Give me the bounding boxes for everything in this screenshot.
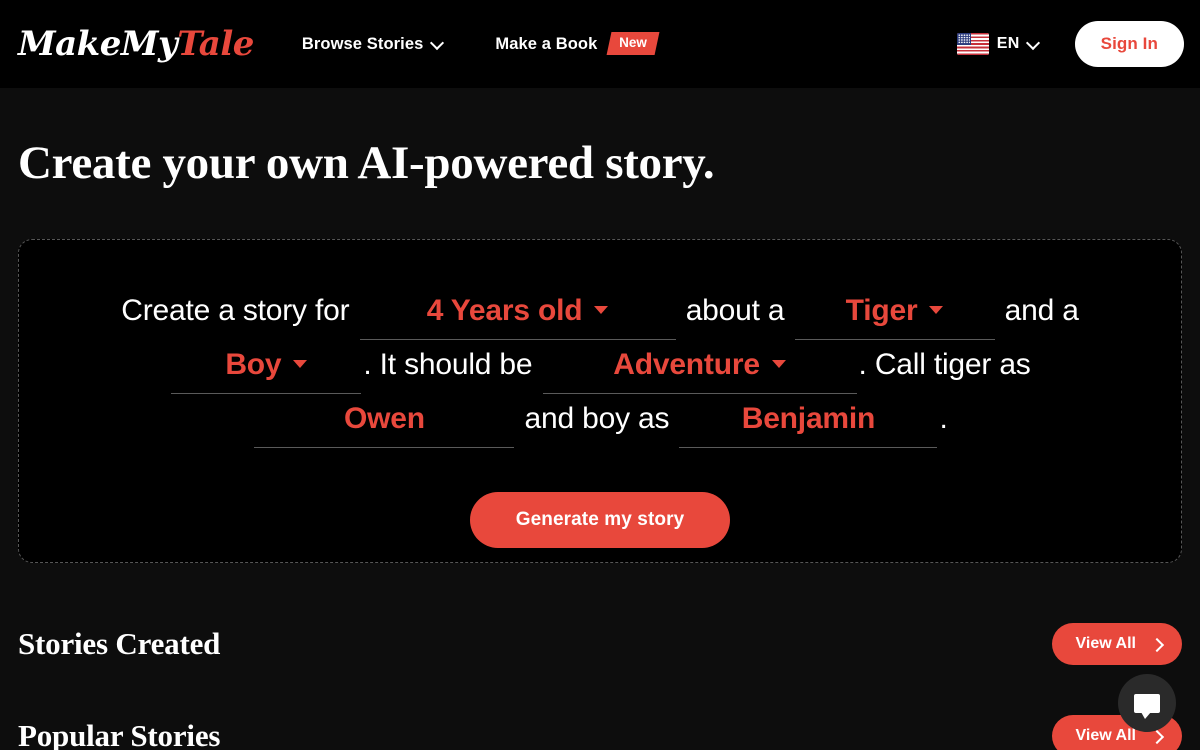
section-popular-stories: Popular Stories View All <box>18 715 1182 750</box>
prompt-text-6: and boy as <box>524 402 670 436</box>
new-badge: New <box>606 32 660 56</box>
boy-name-input[interactable]: Benjamin <box>679 394 938 449</box>
chevron-right-icon <box>1152 731 1162 741</box>
age-select-value: 4 Years old <box>426 294 583 328</box>
chevron-down-icon <box>1028 38 1039 49</box>
section-title: Stories Created <box>18 626 221 662</box>
chevron-down-icon <box>432 38 443 49</box>
animal-name-input[interactable]: Owen <box>254 394 515 449</box>
new-badge-label: New <box>619 35 648 51</box>
caret-down-icon <box>929 306 944 315</box>
sign-in-button[interactable]: Sign In <box>1074 21 1184 67</box>
caret-down-icon <box>293 360 308 369</box>
gender-select-value: Boy <box>225 348 282 382</box>
chat-widget-button[interactable] <box>1118 674 1176 732</box>
story-prompt-box: Create a story for 4 Years old about a T… <box>18 239 1182 564</box>
chevron-right-icon <box>1152 639 1162 649</box>
boy-name-value: Benjamin <box>741 402 876 436</box>
generate-story-button[interactable]: Generate my story <box>469 492 731 549</box>
genre-select-value: Adventure <box>613 348 760 382</box>
animal-select-value: Tiger <box>845 294 918 328</box>
prompt-text-2: about a <box>685 294 785 328</box>
animal-select[interactable]: Tiger <box>794 286 995 341</box>
prompt-text-3: and a <box>1004 294 1079 328</box>
nav-item-browse-stories[interactable]: Browse Stories <box>302 29 444 60</box>
view-all-button[interactable]: View All <box>1051 623 1182 666</box>
language-selector[interactable]: EN <box>956 33 1039 55</box>
primary-nav: Browse Stories Make a Book New <box>302 29 660 60</box>
language-label: EN <box>996 35 1020 52</box>
genre-select[interactable]: Adventure <box>542 340 857 395</box>
caret-down-icon <box>771 360 786 369</box>
nav-item-label: Make a Book <box>495 34 598 53</box>
page-title: Create your own AI-powered story. <box>18 137 715 189</box>
nav-item-make-a-book[interactable]: Make a Book New <box>495 29 660 60</box>
prompt-period-2: . <box>858 348 867 382</box>
view-all-label: View All <box>1075 727 1136 745</box>
gender-select[interactable]: Boy <box>171 340 362 395</box>
main-content: Create your own AI-powered story. Create… <box>0 136 1200 750</box>
chat-bubble-icon <box>1134 693 1160 719</box>
section-title: Popular Stories <box>18 718 221 750</box>
animal-name-value: Owen <box>343 402 425 436</box>
us-flag-icon <box>956 33 989 55</box>
header-right: EN Sign In <box>956 21 1184 67</box>
prompt-period-1: . <box>363 348 372 382</box>
logo-part-1: MakeMy <box>18 24 178 64</box>
section-stories-created: Stories Created View All <box>18 623 1182 666</box>
view-all-label: View All <box>1075 635 1136 653</box>
logo[interactable]: MakeMyTale <box>18 27 254 61</box>
prompt-text-5: Call tiger as <box>874 348 1031 382</box>
story-prompt-sentence: Create a story for 4 Years old about a T… <box>59 286 1141 449</box>
prompt-text-4: It should be <box>379 348 533 382</box>
nav-item-label: Browse Stories <box>301 34 424 53</box>
prompt-period-3: . <box>939 402 948 436</box>
site-header: MakeMyTale Browse Stories Make a Book Ne… <box>0 0 1200 88</box>
caret-down-icon <box>594 306 609 315</box>
age-select[interactable]: 4 Years old <box>359 286 676 341</box>
logo-part-2: Tale <box>177 24 254 64</box>
prompt-text-1: Create a story for <box>121 294 350 328</box>
